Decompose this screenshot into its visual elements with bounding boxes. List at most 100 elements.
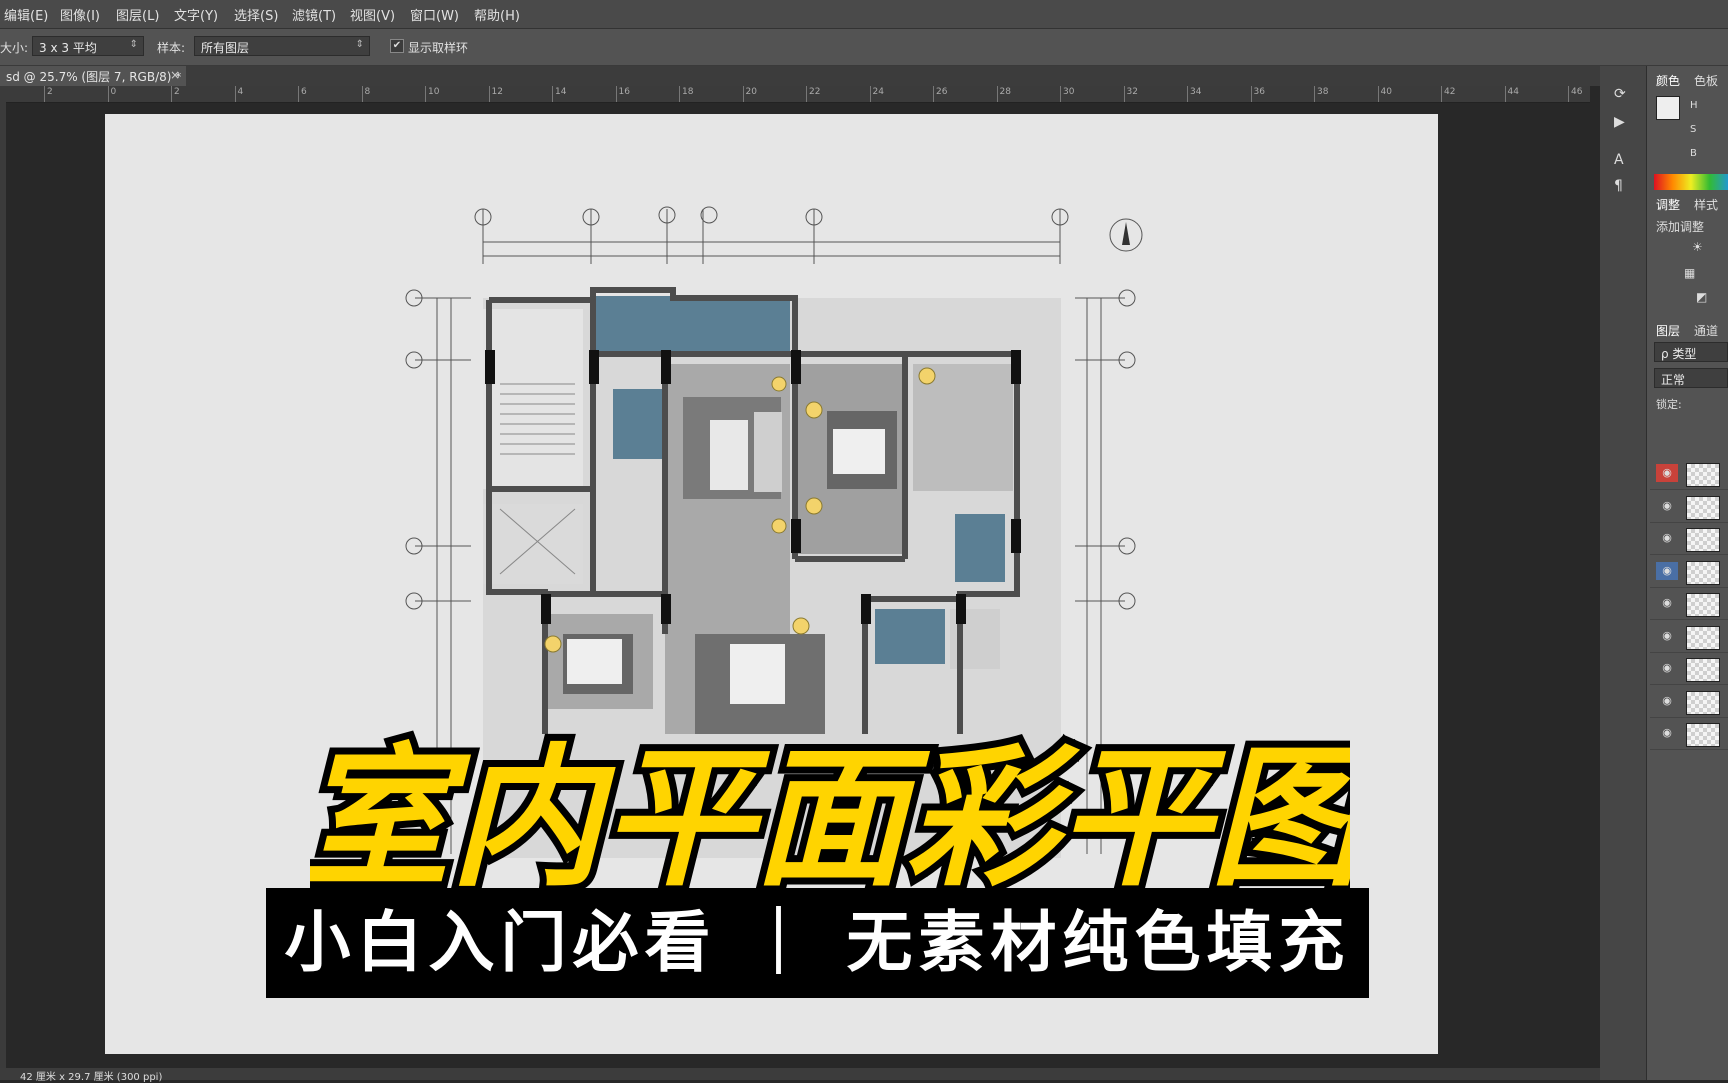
layer-thumbnail bbox=[1686, 658, 1720, 682]
ruler-tick bbox=[1187, 86, 1188, 102]
layer-row[interactable]: ◉ bbox=[1650, 685, 1728, 718]
menu-layer[interactable]: 图层(L) bbox=[116, 5, 159, 24]
layer-thumbnail bbox=[1686, 690, 1720, 715]
layer-row[interactable]: ◉ bbox=[1650, 718, 1728, 750]
ruler-tick bbox=[44, 86, 45, 102]
menu-image[interactable]: 图像(I) bbox=[60, 5, 100, 24]
sample-value: 所有图层 bbox=[201, 41, 250, 55]
overlay-title-text: 室内平面彩平图 bbox=[310, 730, 1350, 896]
brightness-icon[interactable]: ☀ bbox=[1692, 240, 1703, 254]
show-ring-label: 显示取样环 bbox=[408, 41, 469, 55]
lock-label: 锁定: bbox=[1656, 398, 1682, 411]
ruler-tick-label: 0 bbox=[110, 87, 117, 97]
ruler-tick-label: 26 bbox=[936, 87, 948, 97]
menu-bar: 编辑(E) 图像(I) 图层(L) 文字(Y) 选择(S) 滤镜(T) 视图(V… bbox=[0, 0, 1728, 29]
visibility-eye-icon[interactable]: ◉ bbox=[1656, 659, 1678, 677]
color-spectrum-bar[interactable] bbox=[1654, 174, 1728, 190]
ruler-tick bbox=[1250, 86, 1252, 102]
sample-size-select[interactable]: 3 x 3 平均 ⇕ bbox=[32, 36, 144, 56]
ruler-tick-label: 40 bbox=[1380, 87, 1392, 97]
close-icon[interactable]: × bbox=[170, 68, 180, 82]
show-ring-checkbox[interactable]: ✔ bbox=[390, 39, 404, 53]
document-tab-bar: sd @ 25.7% (图层 7, RGB/8) * × bbox=[0, 66, 1600, 86]
ruler-tick bbox=[1568, 86, 1569, 102]
ruler-tick-label: 2 bbox=[47, 87, 53, 97]
h-label: H bbox=[1690, 100, 1698, 111]
layer-row[interactable]: ◉ bbox=[1650, 458, 1728, 490]
layer-row[interactable]: ◉ bbox=[1650, 523, 1728, 555]
curves-icon[interactable]: ◩ bbox=[1696, 290, 1707, 304]
blend-mode-value: 正常 bbox=[1661, 373, 1686, 387]
ruler-tick-label: 4 bbox=[237, 87, 244, 97]
select-arrow-icon: ⇕ bbox=[129, 39, 138, 50]
ruler-tick bbox=[552, 86, 553, 102]
layer-thumbnail bbox=[1686, 463, 1720, 487]
ruler-tick bbox=[1377, 86, 1379, 102]
menu-window[interactable]: 窗口(W) bbox=[410, 5, 459, 24]
visibility-eye-icon[interactable]: ◉ bbox=[1656, 497, 1678, 515]
document-tab[interactable]: sd @ 25.7% (图层 7, RGB/8) * × bbox=[0, 66, 186, 86]
add-adjustment-label: 添加调整 bbox=[1656, 220, 1705, 234]
ruler-tick-label: 32 bbox=[1126, 87, 1138, 97]
document-size: 42 厘米 x 29.7 厘米 (300 ppi) bbox=[20, 1072, 163, 1083]
sample-size-label: 大小: bbox=[0, 41, 29, 55]
layer-thumbnail bbox=[1686, 625, 1720, 650]
ruler-tick bbox=[1060, 86, 1061, 102]
visibility-eye-icon[interactable]: ◉ bbox=[1656, 529, 1678, 547]
menu-type[interactable]: 文字(Y) bbox=[174, 5, 218, 24]
layer-thumbnail bbox=[1686, 560, 1720, 585]
tab-layers[interactable]: 图层 bbox=[1656, 322, 1680, 339]
visibility-eye-icon[interactable]: ◉ bbox=[1656, 561, 1678, 580]
visibility-eye-icon[interactable]: ◉ bbox=[1656, 594, 1678, 612]
menu-view[interactable]: 视图(V) bbox=[350, 5, 395, 24]
tab-channels[interactable]: 通道 bbox=[1694, 322, 1718, 339]
sample-select[interactable]: 所有图层 ⇕ bbox=[194, 36, 370, 56]
ruler-tick-label: 22 bbox=[809, 87, 821, 97]
layer-filter-select[interactable]: ρ 类型 bbox=[1654, 342, 1728, 362]
visibility-eye-icon[interactable]: ◉ bbox=[1656, 724, 1678, 742]
options-bar: 大小: 3 x 3 平均 ⇕ 样本: 所有图层 ⇕ ✔ 显示取样环 bbox=[0, 29, 1728, 66]
ruler-tick-label: 36 bbox=[1253, 87, 1265, 97]
menu-edit[interactable]: 编辑(E) bbox=[4, 5, 48, 24]
tab-styles[interactable]: 样式 bbox=[1694, 196, 1718, 213]
layer-row[interactable]: ◉ bbox=[1650, 555, 1728, 588]
levels-icon[interactable]: ▦ bbox=[1684, 266, 1695, 280]
layer-row[interactable]: ◉ bbox=[1650, 620, 1728, 653]
tab-color[interactable]: 颜色 bbox=[1656, 72, 1680, 89]
ruler-tick-label: 8 bbox=[364, 87, 371, 97]
ruler-tick-label: 10 bbox=[428, 87, 440, 97]
ruler-tick-label: 44 bbox=[1507, 87, 1519, 97]
paragraph-icon[interactable]: ¶ bbox=[1614, 178, 1623, 194]
s-label: S bbox=[1690, 124, 1697, 135]
play-icon[interactable]: ▶ bbox=[1614, 114, 1625, 130]
menu-filter[interactable]: 滤镜(T) bbox=[292, 5, 336, 24]
blend-mode-select[interactable]: 正常 bbox=[1654, 368, 1728, 388]
visibility-eye-icon[interactable]: ◉ bbox=[1656, 692, 1678, 710]
ruler-tick bbox=[298, 86, 299, 102]
ruler-tick bbox=[1123, 86, 1125, 102]
visibility-eye-icon[interactable]: ◉ bbox=[1656, 627, 1678, 645]
menu-select[interactable]: 选择(S) bbox=[234, 5, 278, 24]
menu-help[interactable]: 帮助(H) bbox=[474, 5, 520, 24]
layer-thumbnail bbox=[1686, 593, 1720, 617]
overlay-subtitle-bar: 小白入门必看 ｜ 无素材纯色填充 bbox=[266, 888, 1369, 998]
history-icon[interactable]: ⟳ bbox=[1614, 86, 1626, 102]
ruler-tick bbox=[361, 86, 363, 102]
character-icon[interactable]: A bbox=[1614, 152, 1624, 168]
ruler-tick-label: 34 bbox=[1190, 87, 1202, 97]
document-tab-title: sd @ 25.7% (图层 7, RGB/8) * bbox=[6, 70, 182, 84]
layer-row[interactable]: ◉ bbox=[1650, 490, 1728, 523]
status-bar: 42 厘米 x 29.7 厘米 (300 ppi) bbox=[0, 1068, 1600, 1083]
ruler-tick-label: 14 bbox=[555, 87, 567, 97]
ruler-tick-label: 6 bbox=[301, 87, 307, 97]
ruler-tick bbox=[1441, 86, 1442, 102]
visibility-eye-icon[interactable]: ◉ bbox=[1656, 464, 1678, 482]
layer-row[interactable]: ◉ bbox=[1650, 588, 1728, 620]
foreground-color-swatch[interactable] bbox=[1656, 96, 1680, 120]
tab-swatches[interactable]: 色板 bbox=[1694, 72, 1718, 89]
layer-row[interactable]: ◉ bbox=[1650, 653, 1728, 685]
ruler-tick bbox=[107, 86, 109, 102]
layer-thumbnail bbox=[1686, 723, 1720, 747]
tab-adjustments[interactable]: 调整 bbox=[1656, 196, 1680, 213]
ruler-tick bbox=[171, 86, 172, 102]
